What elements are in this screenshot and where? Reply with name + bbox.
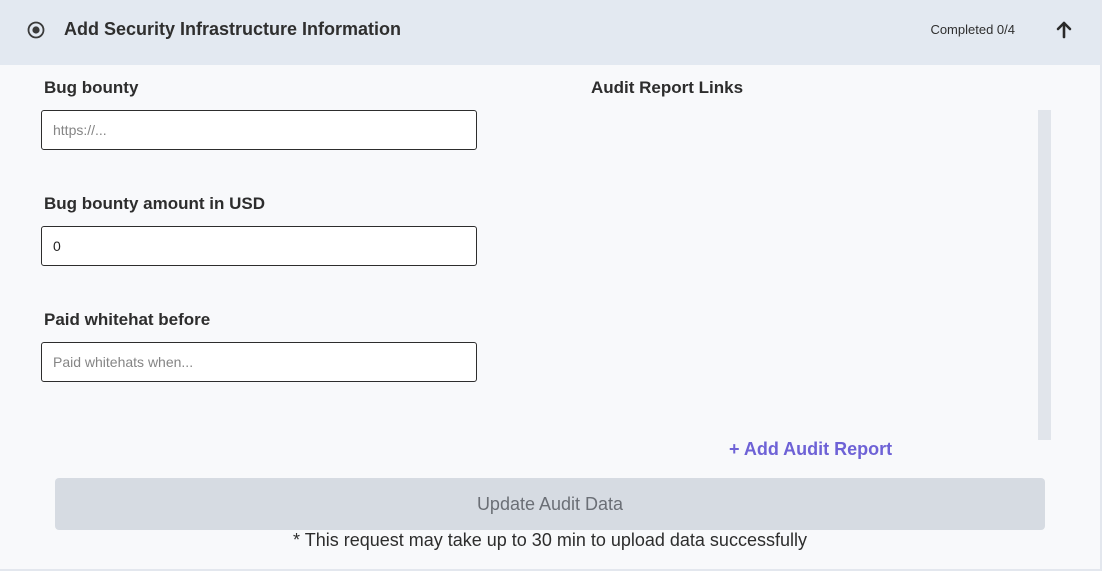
audit-links-title: Audit Report Links bbox=[591, 78, 744, 97]
upload-time-note: * This request may take up to 30 min to … bbox=[293, 530, 807, 550]
paid-whitehat-input[interactable] bbox=[41, 342, 477, 382]
radio-selected-icon bbox=[27, 21, 45, 39]
security-info-panel: Add Security Infrastructure Information … bbox=[0, 0, 1102, 571]
add-audit-report-link[interactable]: + Add Audit Report bbox=[729, 439, 892, 460]
audit-links-scrollbar[interactable] bbox=[1038, 110, 1051, 440]
bug-bounty-amount-input[interactable] bbox=[41, 226, 477, 266]
bug-bounty-label: Bug bounty bbox=[44, 78, 139, 97]
bug-bounty-amount-label: Bug bounty amount in USD bbox=[44, 194, 265, 213]
section-title: Add Security Infrastructure Information bbox=[64, 19, 402, 39]
completion-counter: Completed 0/4 bbox=[930, 22, 1015, 37]
arrow-up-icon[interactable] bbox=[1054, 20, 1074, 40]
section-header[interactable]: Add Security Infrastructure Information … bbox=[0, 0, 1100, 65]
paid-whitehat-label: Paid whitehat before bbox=[44, 310, 211, 329]
update-audit-data-button[interactable]: Update Audit Data bbox=[55, 478, 1045, 530]
bug-bounty-input[interactable] bbox=[41, 110, 477, 150]
